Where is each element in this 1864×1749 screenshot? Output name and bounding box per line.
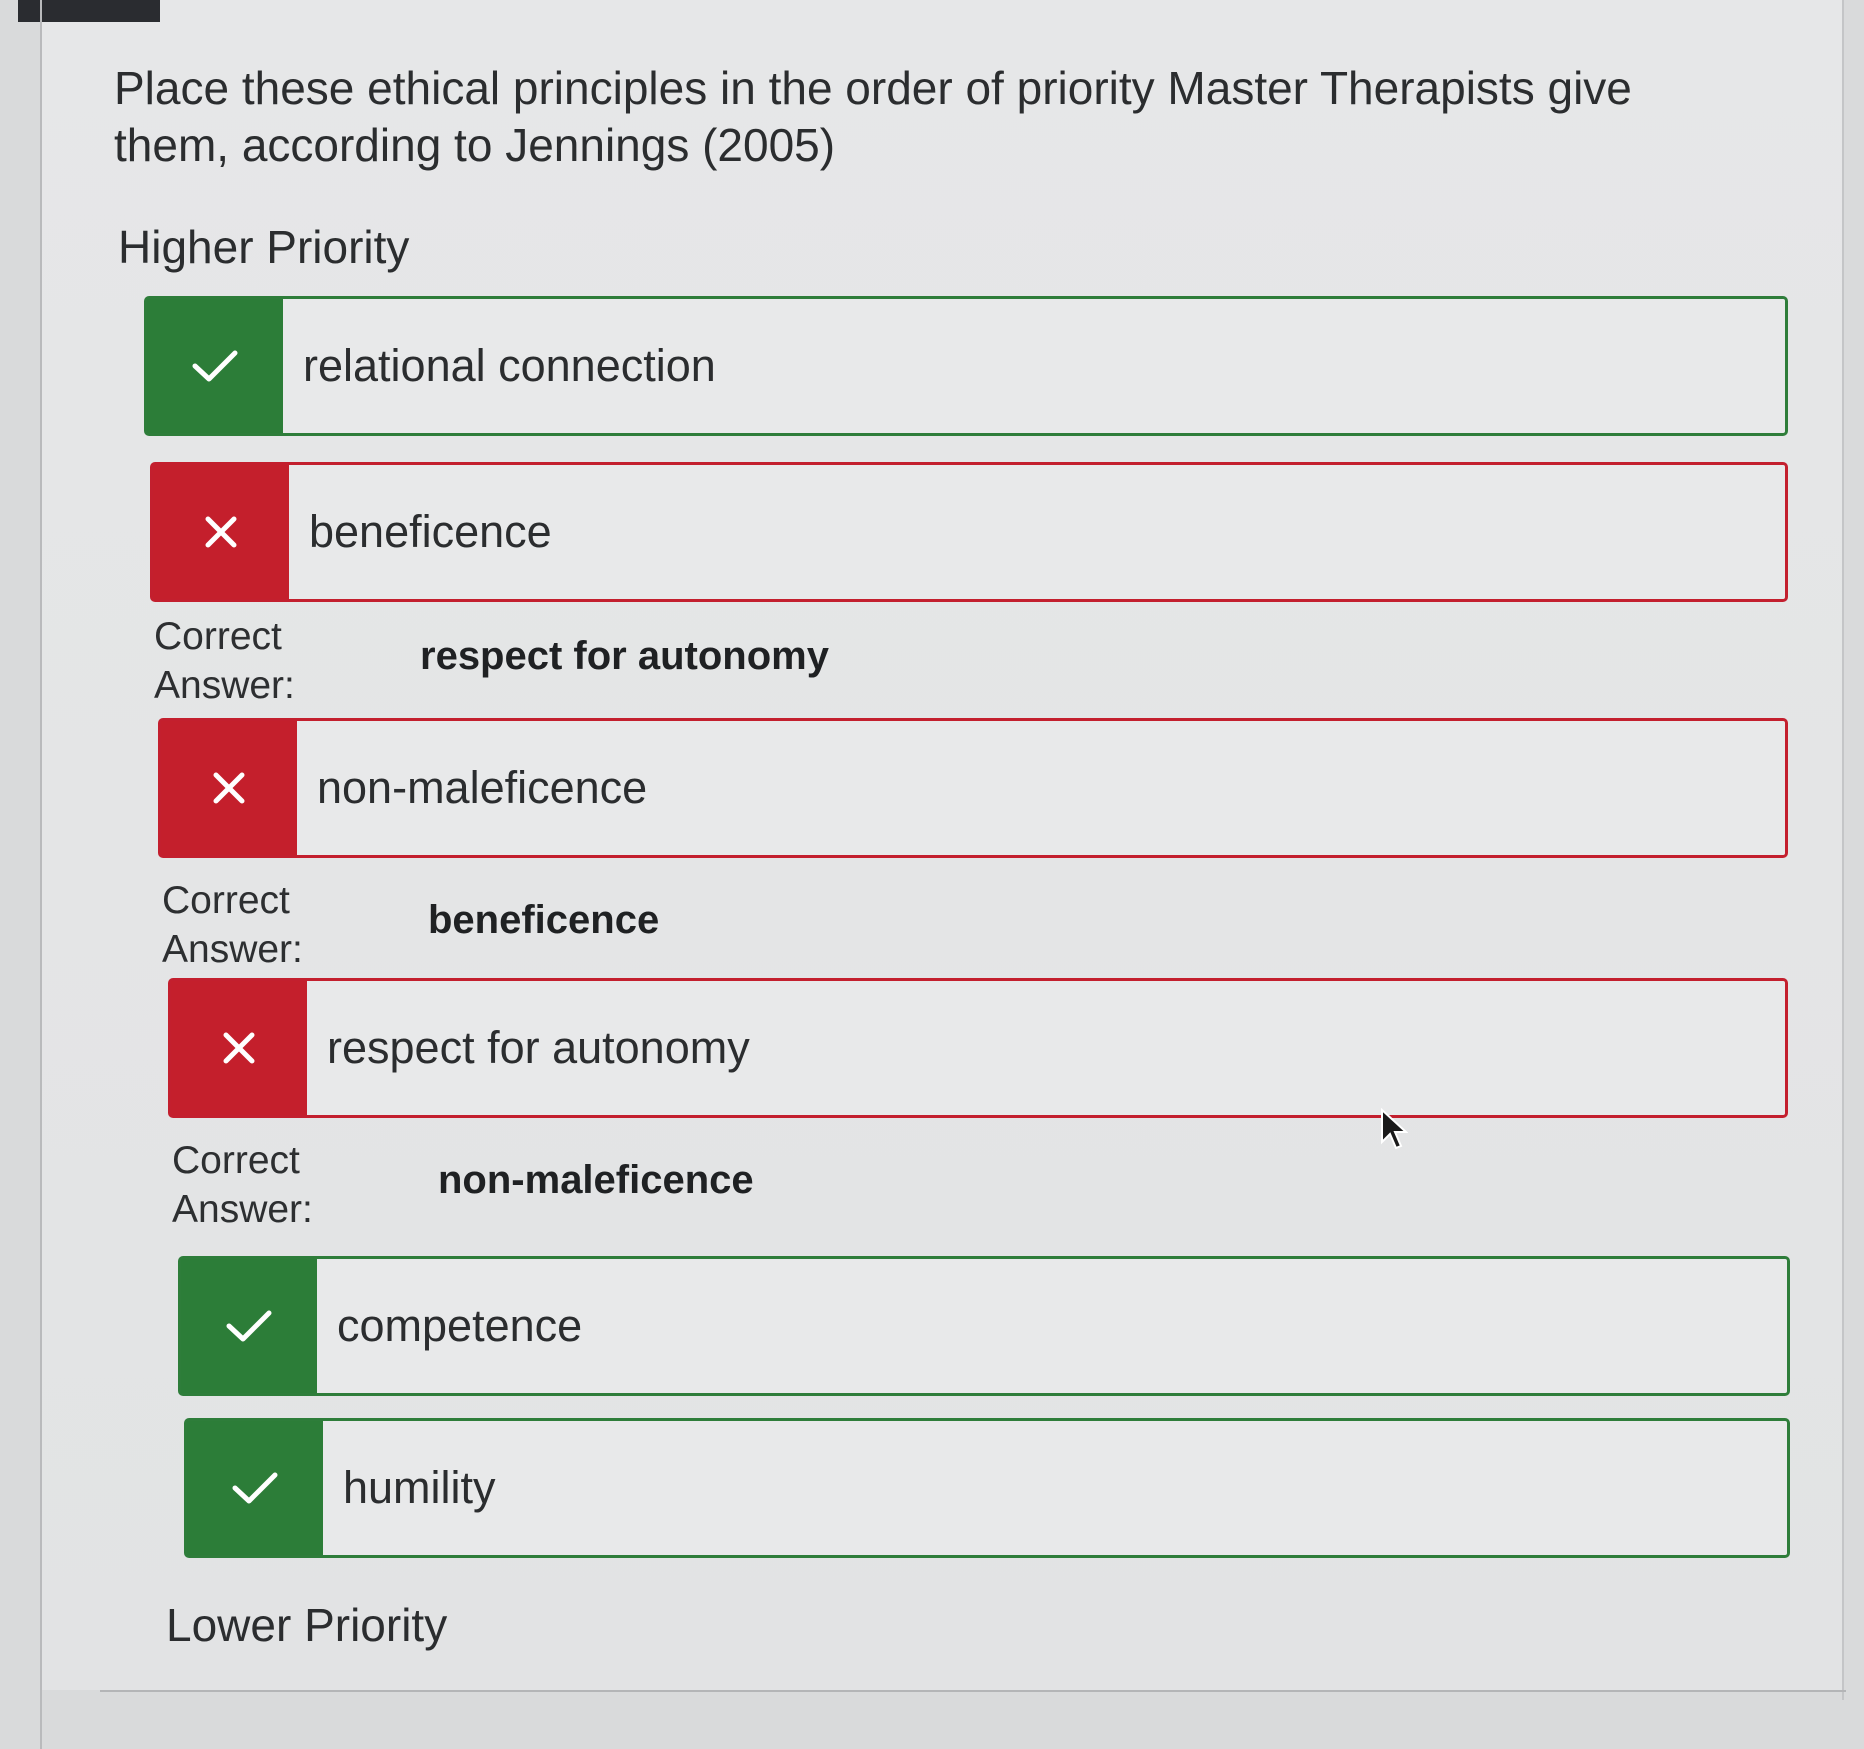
- check-icon: [232, 1472, 278, 1504]
- order-item-correct[interactable]: humility: [184, 1418, 1790, 1558]
- close-icon: [205, 516, 237, 548]
- bottom-divider: [100, 1690, 1846, 1692]
- left-divider: [40, 0, 42, 1749]
- correct-badge: [187, 1421, 323, 1555]
- incorrect-badge: [161, 721, 297, 855]
- check-icon: [226, 1310, 272, 1342]
- close-icon: [213, 772, 245, 804]
- order-item-incorrect[interactable]: beneficence: [150, 462, 1788, 602]
- correct-badge: [181, 1259, 317, 1393]
- right-divider: [1842, 0, 1844, 1700]
- question-text: Place these ethical principles in the or…: [114, 62, 1632, 171]
- mouse-pointer-icon: [1381, 1108, 1408, 1150]
- correct-answer-value: non-maleficence: [438, 1158, 754, 1202]
- item-label: beneficence: [309, 506, 552, 557]
- item-label: humility: [343, 1462, 496, 1513]
- correct-answer-label: Correct Answer:: [172, 1139, 313, 1231]
- incorrect-badge: [153, 465, 289, 599]
- order-item-correct[interactable]: relational connection: [144, 296, 1788, 436]
- incorrect-badge: [171, 981, 307, 1115]
- order-item-incorrect[interactable]: non-maleficence: [158, 718, 1788, 858]
- item-label: relational connection: [303, 340, 716, 391]
- close-icon: [223, 1032, 255, 1064]
- correct-answer-value: beneficence: [428, 898, 660, 942]
- lower-priority-label: Lower Priority: [166, 1599, 448, 1651]
- item-label: non-maleficence: [317, 762, 648, 813]
- correct-answer-label: Correct Answer:: [162, 879, 303, 971]
- item-label: respect for autonomy: [327, 1022, 750, 1073]
- item-label: competence: [337, 1300, 583, 1351]
- higher-priority-label: Higher Priority: [118, 221, 410, 273]
- order-item-incorrect[interactable]: respect for autonomy: [168, 978, 1788, 1118]
- check-icon: [192, 350, 238, 382]
- correct-answer-label: Correct Answer:: [154, 615, 295, 707]
- correct-answer-value: respect for autonomy: [420, 634, 829, 678]
- order-item-correct[interactable]: competence: [178, 1256, 1790, 1396]
- correct-badge: [147, 299, 283, 433]
